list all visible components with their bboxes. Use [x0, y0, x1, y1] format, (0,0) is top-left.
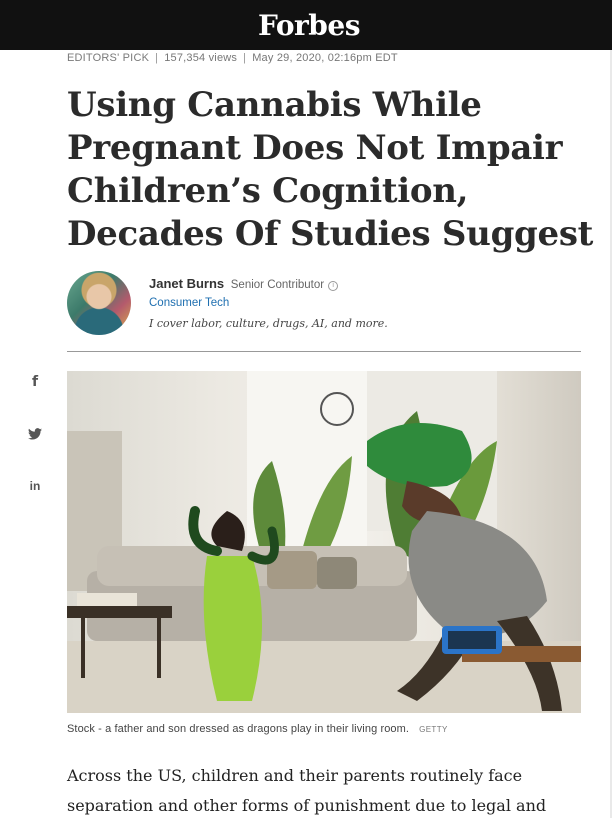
- editors-pick-label[interactable]: EDITORS' PICK: [67, 52, 149, 64]
- photo-credit: GETTY: [419, 725, 448, 734]
- article-body-paragraph: Across the US, children and their parent…: [67, 766, 547, 815]
- twitter-bird-icon: [28, 428, 42, 440]
- article-hero-image: [67, 371, 581, 713]
- publish-date: May 29, 2020, 02:16pm EDT: [252, 52, 398, 64]
- author-section-link[interactable]: Consumer Tech: [149, 297, 229, 309]
- table-leg: [157, 618, 161, 678]
- author-name-link[interactable]: Janet Burns: [149, 276, 224, 291]
- info-icon[interactable]: i: [328, 281, 339, 291]
- author-byline: Janet Burns Senior Contributor i: [149, 276, 339, 291]
- table-leg: [81, 618, 85, 678]
- coffee-table: [67, 606, 172, 618]
- author-bio: I cover labor, culture, drugs, AI, and m…: [149, 317, 388, 330]
- child-head: [211, 511, 245, 551]
- caption-text: Stock - a father and son dressed as drag…: [67, 723, 410, 735]
- top-navigation-bar: Forbes: [0, 0, 612, 50]
- image-caption: Stock - a father and son dressed as drag…: [67, 723, 448, 735]
- hero-illustration: [67, 371, 581, 713]
- view-count: 157,354 views: [164, 52, 238, 64]
- author-divider: [67, 351, 581, 352]
- facebook-share-icon[interactable]: f: [28, 374, 42, 390]
- article-meta: EDITORS' PICK | 157,354 views | May 29, 2020…: [67, 52, 398, 64]
- meta-separator: |: [243, 52, 247, 64]
- article-headline: Using Cannabis While Pregnant Does Not I…: [67, 85, 594, 254]
- meta-separator: |: [155, 52, 159, 64]
- author-role: Senior Contributor: [230, 279, 325, 291]
- linkedin-share-icon[interactable]: in: [28, 479, 42, 493]
- tablet-screen: [448, 631, 496, 649]
- author-avatar[interactable]: [67, 271, 131, 335]
- twitter-share-icon[interactable]: [28, 427, 42, 443]
- forbes-logo[interactable]: Forbes: [258, 9, 360, 42]
- cushion: [317, 557, 357, 589]
- book-stack: [77, 593, 137, 606]
- child-dragon-costume: [203, 556, 262, 701]
